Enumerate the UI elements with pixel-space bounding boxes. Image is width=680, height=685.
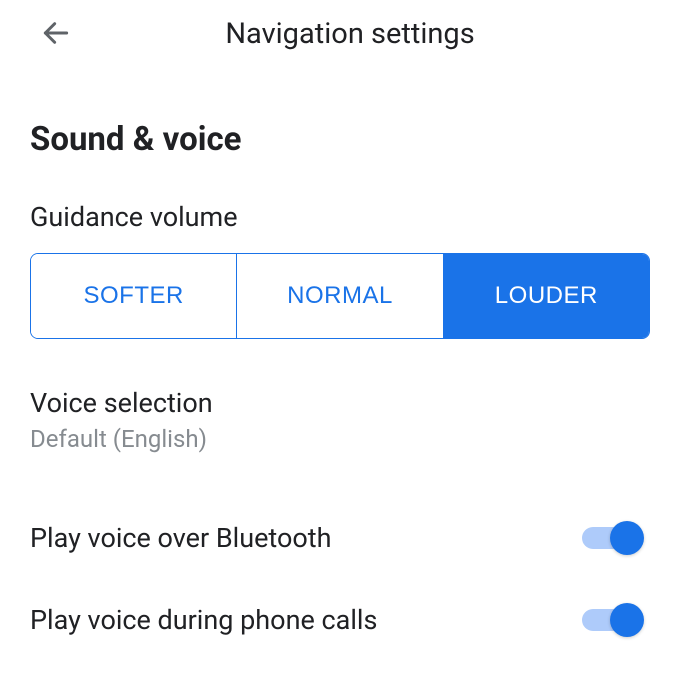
guidance-volume-label: Guidance volume xyxy=(30,201,650,233)
voice-selection-item[interactable]: Voice selection Default (English) xyxy=(30,387,650,497)
app-header: Navigation settings xyxy=(0,0,680,68)
bluetooth-switch[interactable] xyxy=(582,519,640,557)
volume-option-normal[interactable]: NORMAL xyxy=(237,254,443,338)
phone-calls-switch[interactable] xyxy=(582,601,640,639)
bluetooth-label: Play voice over Bluetooth xyxy=(30,522,331,554)
content-area: Sound & voice Guidance volume SOFTER NOR… xyxy=(0,68,680,661)
switch-thumb xyxy=(610,521,644,555)
voice-selection-value: Default (English) xyxy=(30,425,650,453)
guidance-volume-segmented: SOFTER NORMAL LOUDER xyxy=(30,253,650,339)
volume-option-louder[interactable]: LOUDER xyxy=(444,254,649,338)
voice-selection-title: Voice selection xyxy=(30,387,650,419)
phone-calls-toggle-row: Play voice during phone calls xyxy=(30,579,650,661)
switch-thumb xyxy=(610,603,644,637)
phone-calls-label: Play voice during phone calls xyxy=(30,604,377,636)
section-header-sound-voice: Sound & voice xyxy=(30,120,650,159)
page-title: Navigation settings xyxy=(36,17,664,51)
volume-option-softer[interactable]: SOFTER xyxy=(31,254,237,338)
bluetooth-toggle-row: Play voice over Bluetooth xyxy=(30,497,650,579)
